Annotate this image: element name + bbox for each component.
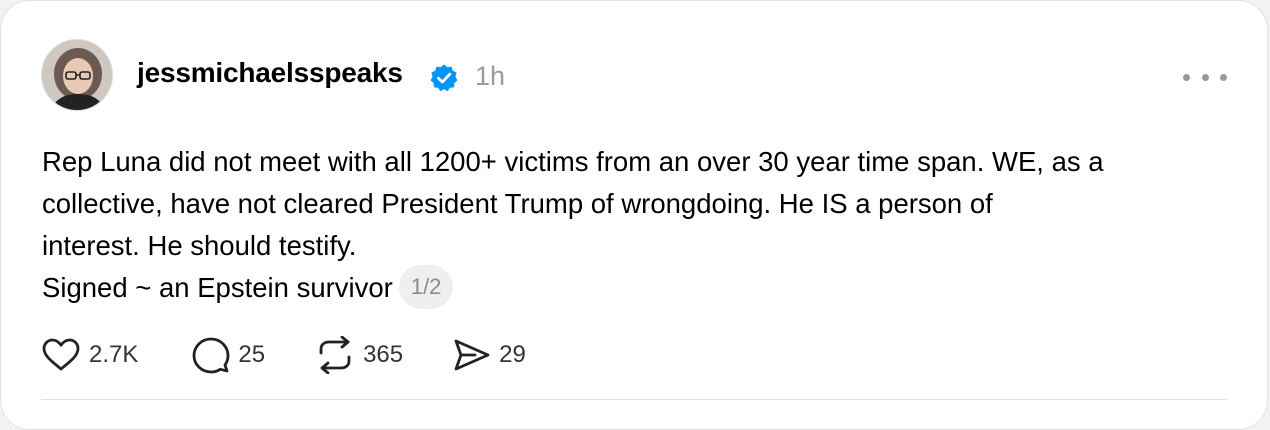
- repost-button[interactable]: 365: [315, 335, 403, 375]
- avatar[interactable]: [41, 39, 113, 111]
- reply-button[interactable]: 25: [192, 335, 265, 375]
- avatar-image: [42, 40, 112, 110]
- thread-page-indicator[interactable]: 1/2: [398, 264, 454, 309]
- author-username[interactable]: jessmichaelsspeaks: [137, 57, 403, 89]
- repost-count: 365: [363, 341, 404, 368]
- like-button[interactable]: 2.7K: [41, 335, 138, 375]
- verified-badge-icon: [429, 63, 459, 93]
- more-dot: [1201, 73, 1209, 81]
- post-timestamp[interactable]: 1h: [475, 61, 505, 92]
- post-body: Rep Luna did not meet with all 1200+ vic…: [42, 141, 1242, 312]
- more-dot: [1183, 73, 1190, 81]
- post-line-final: Signed ~ an Epstein survivor 1/2: [42, 264, 1242, 312]
- post-line: collective, have not cleared President T…: [42, 188, 993, 219]
- share-button[interactable]: 29: [453, 335, 526, 375]
- more-dot: [1220, 73, 1227, 81]
- post-line: Rep Luna did not meet with all 1200+ vic…: [42, 146, 1104, 177]
- more-options-icon[interactable]: [1183, 65, 1227, 89]
- divider: [41, 399, 1227, 400]
- send-icon: [453, 337, 491, 373]
- post-line: interest. He should testify.: [42, 230, 357, 261]
- action-bar: 2.7K 25 365 29: [41, 335, 526, 375]
- reply-count: 25: [238, 341, 266, 368]
- share-count: 29: [499, 341, 526, 368]
- like-count: 2.7K: [89, 341, 139, 368]
- heart-icon: [41, 337, 81, 373]
- post-card: jessmichaelsspeaks 1h Rep Luna did not m…: [0, 0, 1268, 430]
- post-line: Signed ~ an Epstein survivor: [42, 272, 393, 303]
- repost-arrows-icon: [315, 336, 355, 374]
- speech-bubble-icon: [192, 336, 230, 374]
